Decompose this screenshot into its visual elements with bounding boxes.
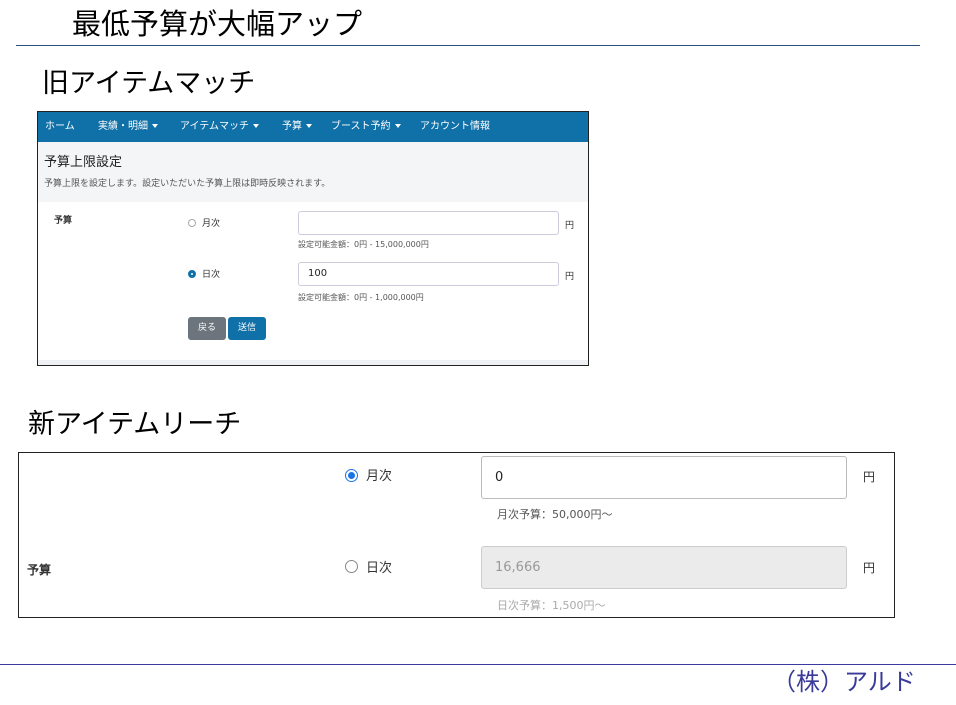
navbar: ホーム 実績・明細 アイテムマッチ 予算 ブースト予約 アカウント情報 xyxy=(38,112,588,142)
nav-item-match[interactable]: アイテムマッチ xyxy=(180,112,259,142)
nav-label: 実績・明細 xyxy=(98,121,148,132)
title-divider xyxy=(16,45,920,46)
monthly-hint: 月次予算：50,000円～ xyxy=(497,508,613,521)
nav-home[interactable]: ホーム xyxy=(45,112,75,142)
nav-label: ブースト予約 xyxy=(331,121,391,132)
monthly-unit: 円 xyxy=(565,221,575,231)
daily-radio[interactable] xyxy=(188,270,196,278)
monthly-radio[interactable] xyxy=(188,219,196,227)
caret-down-icon xyxy=(152,124,158,128)
monthly-budget-input[interactable] xyxy=(298,211,559,235)
daily-hint: 設定可能金額：0円 - 1,000,000円 xyxy=(298,293,424,302)
caret-down-icon xyxy=(253,124,259,128)
daily-option-label: 日次 xyxy=(202,270,221,280)
monthly-radio[interactable] xyxy=(345,469,358,482)
panel-description: 予算上限を設定します。設定いただいた予算上限は即時反映されます。 xyxy=(44,179,331,189)
footer-divider xyxy=(0,664,956,665)
daily-budget-input[interactable]: 100 xyxy=(298,262,559,286)
nav-boost[interactable]: ブースト予約 xyxy=(331,112,401,142)
nav-label: アイテムマッチ xyxy=(180,121,249,132)
daily-unit: 円 xyxy=(565,272,575,282)
nav-budget[interactable]: 予算 xyxy=(282,112,312,142)
nav-label: 予算 xyxy=(282,121,302,132)
daily-budget-input[interactable]: 16,666 xyxy=(481,546,847,589)
company-name: （株）アルド xyxy=(772,668,916,696)
budget-label: 予算 xyxy=(54,216,73,226)
nav-results[interactable]: 実績・明細 xyxy=(98,112,158,142)
new-ui-screenshot: 予算 月次 0 円 月次予算：50,000円～ 日次 16,666 円 日次予算… xyxy=(18,452,895,618)
budget-label: 予算 xyxy=(27,563,52,577)
monthly-unit: 円 xyxy=(863,470,876,484)
monthly-option-label: 月次 xyxy=(366,469,393,484)
daily-unit: 円 xyxy=(863,561,876,575)
monthly-hint: 設定可能金額：0円 - 15,000,000円 xyxy=(298,240,429,249)
old-section-title: 旧アイテムマッチ xyxy=(42,68,256,99)
monthly-budget-input[interactable]: 0 xyxy=(481,456,847,499)
panel-title: 予算上限設定 xyxy=(44,155,123,170)
daily-hint: 日次予算：1,500円～ xyxy=(497,599,606,612)
nav-label: ホーム xyxy=(45,121,75,132)
nav-account[interactable]: アカウント情報 xyxy=(420,112,490,142)
caret-down-icon xyxy=(394,124,401,128)
panel-footer xyxy=(38,360,588,365)
old-ui-screenshot: ホーム 実績・明細 アイテムマッチ 予算 ブースト予約 アカウント情報 予算上限… xyxy=(37,111,589,366)
new-section-title: 新アイテムリーチ xyxy=(28,409,242,440)
daily-option-label: 日次 xyxy=(366,561,393,576)
caret-down-icon xyxy=(306,124,312,128)
back-button[interactable]: 戻る xyxy=(188,317,226,340)
daily-radio[interactable] xyxy=(345,560,358,573)
submit-button[interactable]: 送信 xyxy=(228,317,266,340)
nav-label: アカウント情報 xyxy=(420,121,490,132)
slide-title: 最低予算が大幅アップ xyxy=(72,7,363,41)
monthly-option-label: 月次 xyxy=(202,219,221,229)
